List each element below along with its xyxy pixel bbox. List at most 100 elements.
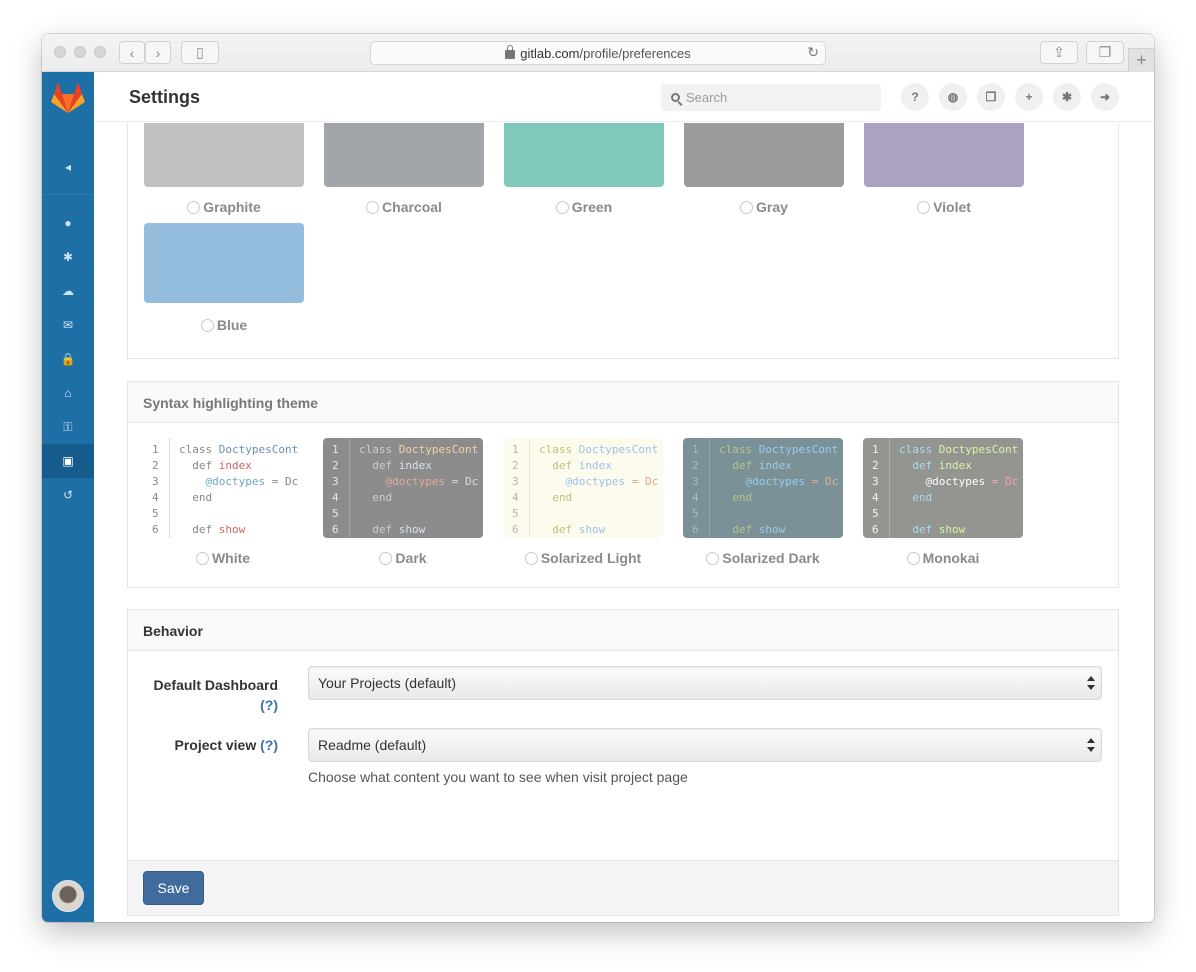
share-button[interactable]: ⇪: [1040, 41, 1078, 64]
code-lines: class DoctypesCont def index @doctypes =…: [359, 443, 479, 536]
close-window-button[interactable]: [54, 46, 66, 58]
radio-button[interactable]: [379, 551, 393, 565]
sidebar-toggle-button[interactable]: ▯: [181, 41, 219, 64]
theme-option-charcoal[interactable]: Charcoal: [324, 123, 484, 215]
search-input[interactable]: Search: [661, 84, 881, 111]
syntax-option-solarized-light[interactable]: 1 2 3 4 5 6 class DoctypesCont def index …: [503, 438, 663, 566]
radio-button[interactable]: [187, 200, 201, 214]
syntax-label: White: [211, 550, 251, 566]
radio-button[interactable]: [917, 200, 931, 214]
theme-swatch[interactable]: [504, 123, 664, 187]
search-icon: [671, 93, 680, 102]
new-project-button[interactable]: +: [1015, 83, 1043, 111]
gitlab-logo-icon[interactable]: [50, 80, 86, 116]
code-lines: class DoctypesCont def index @doctypes =…: [719, 443, 839, 536]
theme-option-blue[interactable]: Blue: [144, 223, 304, 333]
new-tab-button[interactable]: +: [1128, 48, 1154, 72]
sidebar-item-collapse[interactable]: ◂: [42, 150, 94, 184]
address-bar[interactable]: gitlab.com/profile/preferences ↻: [370, 41, 826, 65]
syntax-option-monokai[interactable]: 1 2 3 4 5 6 class DoctypesCont def index …: [863, 438, 1023, 566]
history-icon: ↺: [62, 488, 74, 502]
theme-swatch[interactable]: [324, 123, 484, 187]
code-preview[interactable]: 1 2 3 4 5 6 class DoctypesCont def index …: [683, 438, 843, 538]
radio-button[interactable]: [195, 551, 209, 565]
theme-swatch[interactable]: [144, 223, 304, 303]
url-path: /profile/preferences: [579, 45, 691, 61]
application-theme-panel: Graphite Charcoal Green Gray Violet Blue: [127, 123, 1119, 359]
radio-button[interactable]: [366, 200, 380, 214]
share-icon: ⇪: [1053, 44, 1065, 60]
theme-option-violet[interactable]: Violet: [864, 123, 1024, 215]
zoom-window-button[interactable]: [94, 46, 106, 58]
select-value: Your Projects (default): [318, 675, 456, 691]
theme-label: Gray: [756, 199, 788, 215]
avatar[interactable]: [52, 880, 84, 912]
code-preview[interactable]: 1 2 3 4 5 6 class DoctypesCont def index …: [323, 438, 483, 538]
envelope-icon: ✉: [62, 318, 74, 332]
syntax-option-solarized-dark[interactable]: 1 2 3 4 5 6 class DoctypesCont def index …: [683, 438, 843, 566]
default-dashboard-select[interactable]: Your Projects (default): [308, 666, 1102, 700]
radio-button[interactable]: [706, 551, 720, 565]
radio-button[interactable]: [906, 551, 920, 565]
syntax-label: Solarized Dark: [722, 550, 820, 566]
lock-icon: [505, 44, 516, 59]
minimize-window-button[interactable]: [74, 46, 86, 58]
theme-option-gray[interactable]: Gray: [684, 123, 844, 215]
sidebar-item-ssh-keys[interactable]: ⚿: [42, 410, 94, 444]
sidebar-item-profile[interactable]: ●: [42, 206, 94, 240]
form-actions: Save: [127, 860, 1119, 916]
reload-icon[interactable]: ↻: [807, 44, 819, 61]
code-lines: class DoctypesCont def index @doctypes =…: [539, 443, 659, 536]
syntax-label: Solarized Light: [540, 550, 642, 566]
project-view-help-link[interactable]: (?): [260, 737, 278, 753]
radio-button[interactable]: [740, 200, 754, 214]
snippets-button[interactable]: ❐: [977, 83, 1005, 111]
back-button[interactable]: ‹: [119, 41, 145, 64]
syntax-option-white[interactable]: 1 2 3 4 5 6 class DoctypesCont def index …: [143, 438, 303, 566]
radio-button[interactable]: [555, 200, 569, 214]
sidebar-divider: [42, 194, 94, 195]
globe-icon: ◍: [947, 90, 959, 104]
dashboard-help-link[interactable]: (?): [260, 697, 278, 713]
chevron-right-icon: ›: [155, 44, 161, 61]
sidebar-item-notifications[interactable]: ⌂: [42, 376, 94, 410]
radio-button[interactable]: [524, 551, 538, 565]
theme-swatch[interactable]: [144, 123, 304, 187]
theme-option-green[interactable]: Green: [504, 123, 664, 215]
sidebar-item-account[interactable]: ✱: [42, 240, 94, 274]
theme-swatch[interactable]: [864, 123, 1024, 187]
line-numbers: 1 2 3 4 5 6: [683, 438, 717, 538]
top-header: Settings Search ? ◍ ❐ + ✱ ➜: [94, 72, 1154, 122]
plus-icon: +: [1136, 50, 1147, 70]
sidebar-item-password[interactable]: 🔒: [42, 342, 94, 376]
sidebar-item-emails[interactable]: ✉: [42, 308, 94, 342]
admin-settings-button[interactable]: ✱: [1053, 83, 1081, 111]
tabs-overview-button[interactable]: ❐: [1086, 41, 1124, 64]
sidebar-item-applications[interactable]: ☁: [42, 274, 94, 308]
radio-button[interactable]: [200, 318, 214, 332]
theme-option-graphite[interactable]: Graphite: [144, 123, 304, 215]
sign-out-button[interactable]: ➜: [1091, 83, 1119, 111]
theme-label: Violet: [933, 199, 971, 215]
search-placeholder: Search: [686, 90, 728, 105]
forward-button[interactable]: ›: [145, 41, 171, 64]
sidebar-item-preferences[interactable]: ▣: [42, 444, 94, 478]
main-content: Graphite Charcoal Green Gray Violet Blue: [94, 123, 1154, 922]
user-icon: ●: [64, 216, 72, 230]
image-icon: ▣: [62, 454, 74, 468]
syntax-option-dark[interactable]: 1 2 3 4 5 6 class DoctypesCont def index …: [323, 438, 483, 566]
select-arrows-icon: [1087, 738, 1095, 752]
sidebar: ◂ ● ✱ ☁ ✉ 🔒 ⌂ ⚿ ▣ ↺: [42, 72, 94, 922]
code-lines: class DoctypesCont def index @doctypes =…: [899, 443, 1019, 536]
code-preview[interactable]: 1 2 3 4 5 6 class DoctypesCont def index …: [143, 438, 303, 538]
project-view-label: Project view (?): [174, 737, 278, 753]
theme-swatch[interactable]: [684, 123, 844, 187]
code-preview[interactable]: 1 2 3 4 5 6 class DoctypesCont def index …: [863, 438, 1023, 538]
code-preview[interactable]: 1 2 3 4 5 6 class DoctypesCont def index …: [503, 438, 663, 538]
explore-button[interactable]: ◍: [939, 83, 967, 111]
tabs-icon: ❐: [1098, 44, 1112, 60]
save-button[interactable]: Save: [143, 871, 204, 905]
help-button[interactable]: ?: [901, 83, 929, 111]
sidebar-item-audit-log[interactable]: ↺: [42, 478, 94, 512]
project-view-select[interactable]: Readme (default): [308, 728, 1102, 762]
